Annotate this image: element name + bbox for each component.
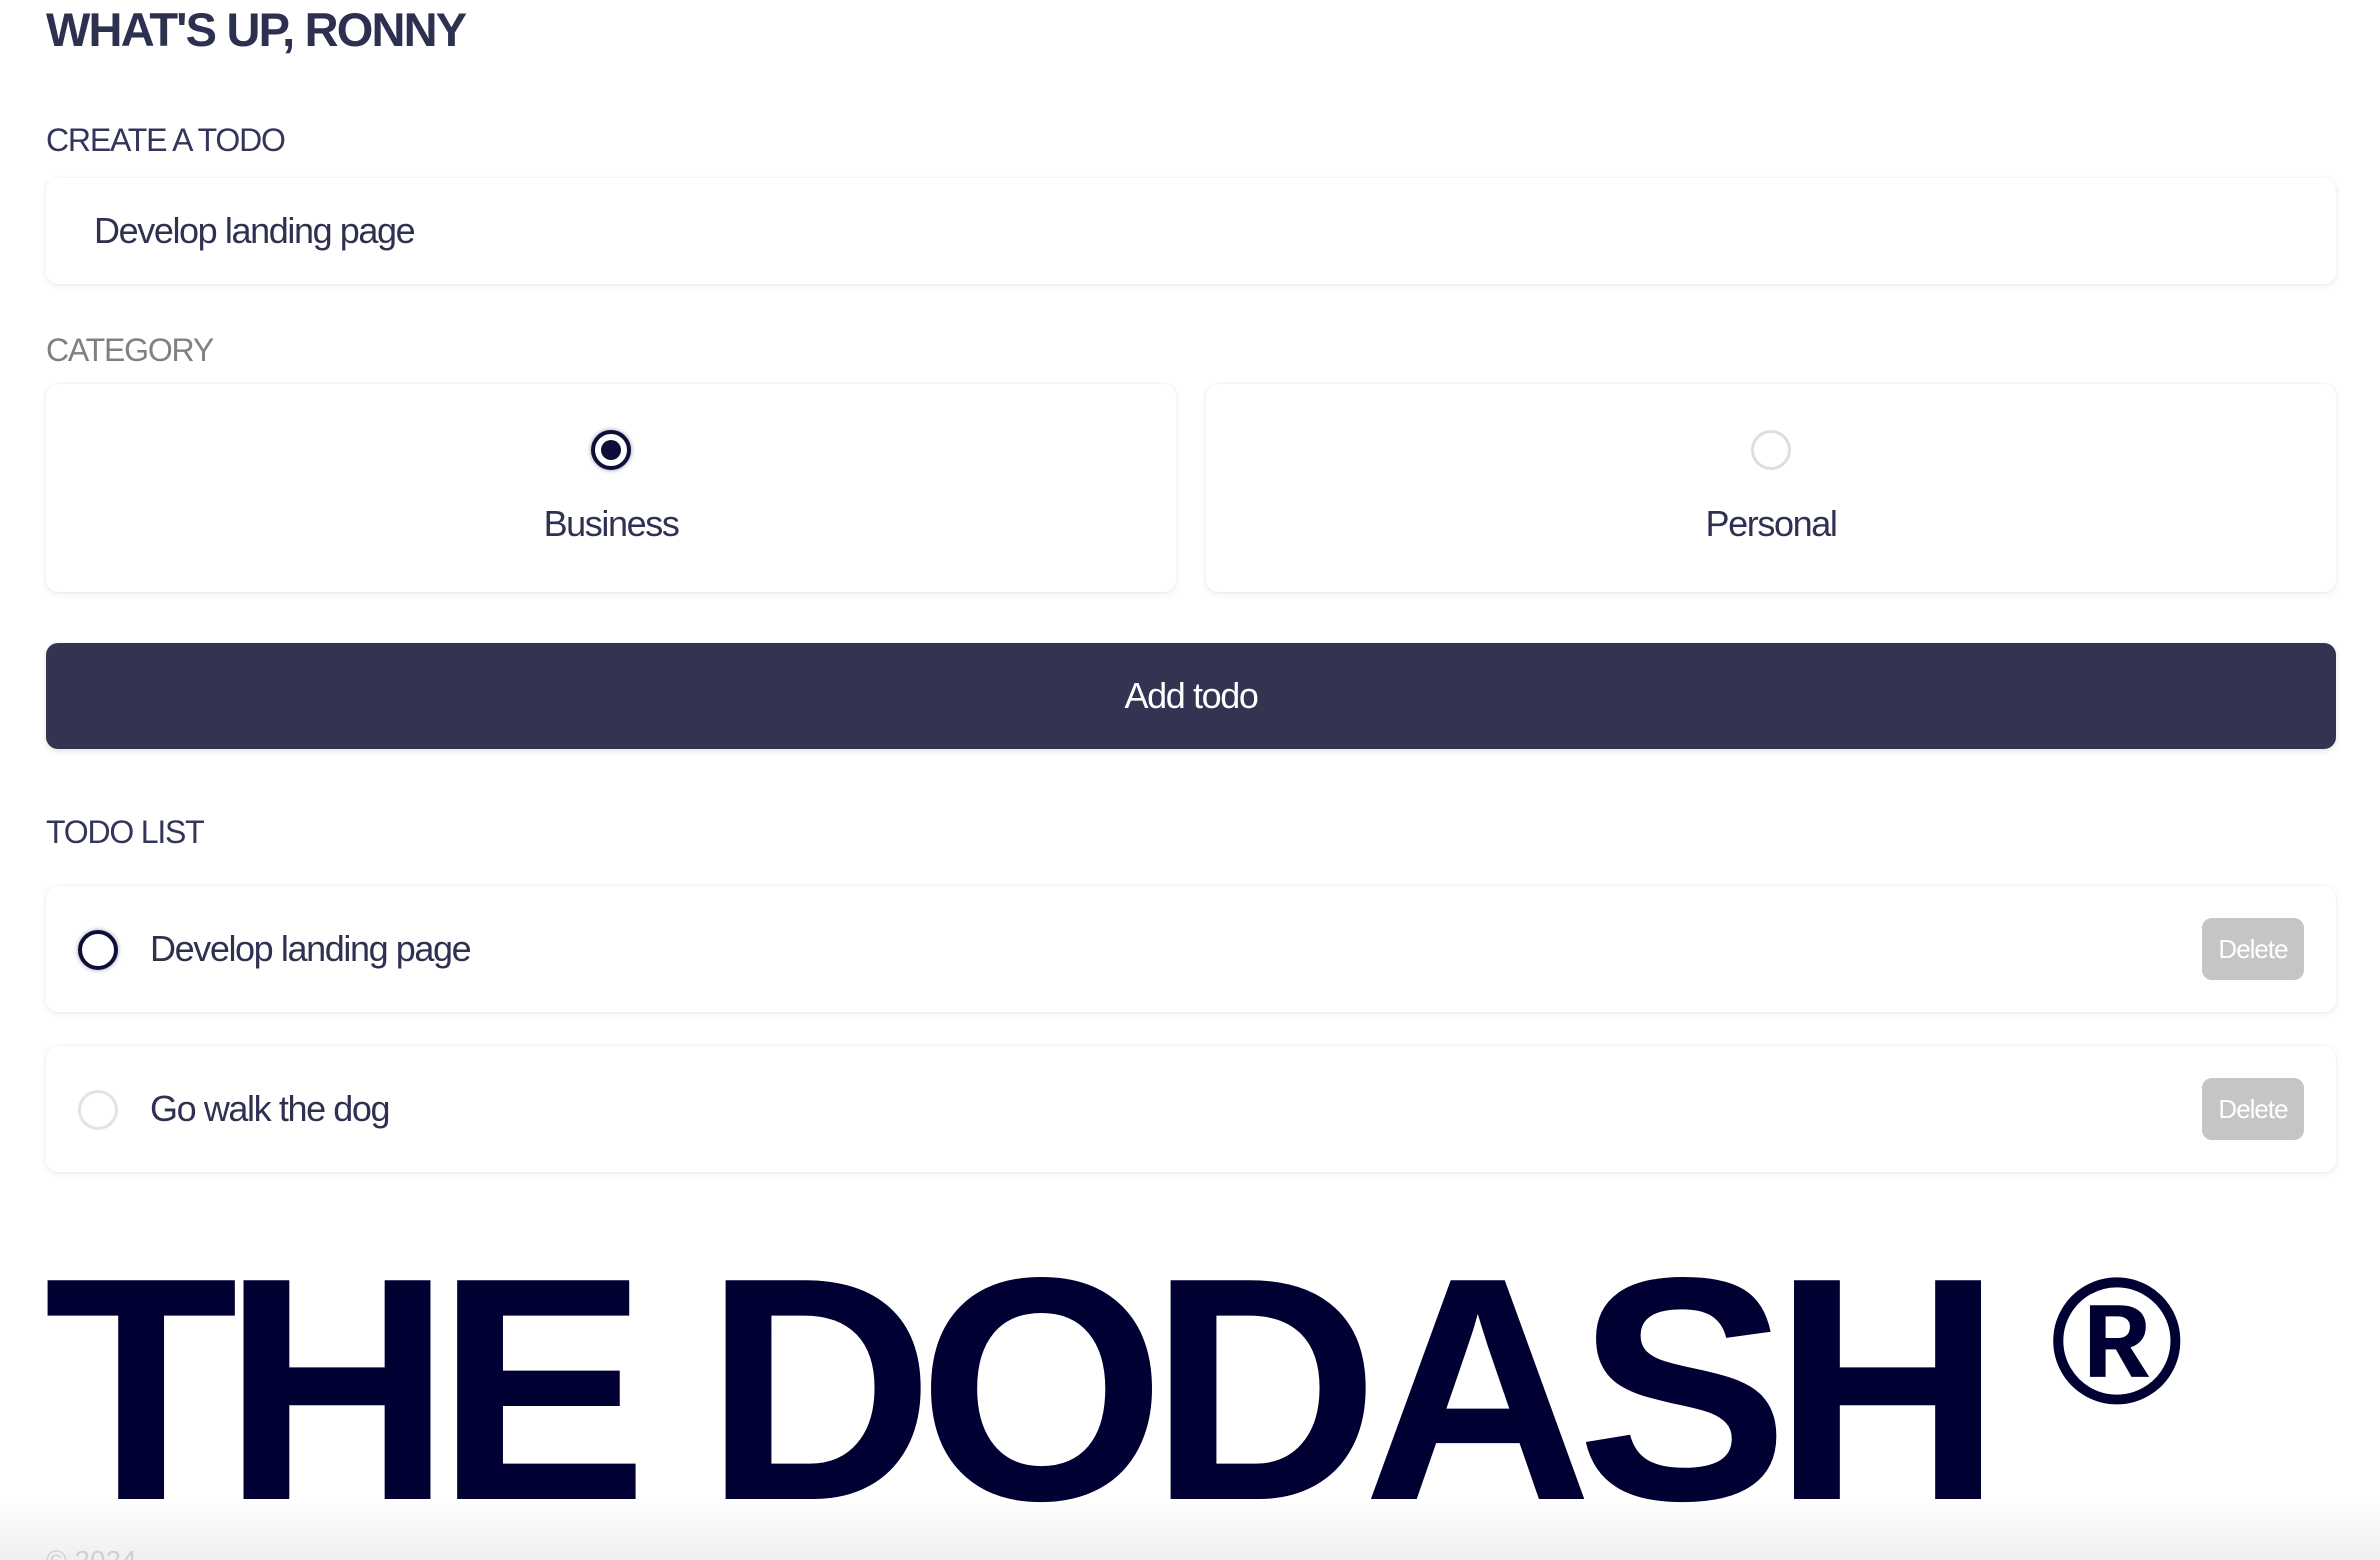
greeting-heading: WHAT'S UP, RONNY: [46, 3, 467, 56]
todo-text: Go walk the dog: [150, 1088, 391, 1129]
add-todo-button[interactable]: Add todo: [46, 643, 2336, 749]
todo-list-label: TODO LIST: [46, 814, 205, 850]
create-todo-label: CREATE A TODO: [46, 122, 286, 158]
footer-copyright: © 2024: [46, 1546, 137, 1560]
brand-logo: THE DODASH ®: [44, 1192, 2184, 1549]
todo-app-page: WHAT'S UP, RONNY CREATE A TODO CATEGORY …: [0, 0, 2380, 1560]
category-option-label: Business: [543, 503, 680, 544]
category-option-business[interactable]: Business: [46, 384, 1176, 592]
todo-checkbox[interactable]: [78, 1090, 118, 1130]
category-label: CATEGORY: [46, 332, 214, 368]
delete-button[interactable]: Delete: [2202, 918, 2304, 980]
category-option-label: Personal: [1705, 503, 1838, 544]
registered-mark-icon: ®: [2050, 1241, 2184, 1442]
business-radio[interactable]: [591, 430, 631, 470]
delete-button[interactable]: Delete: [2202, 1078, 2304, 1140]
category-option-personal[interactable]: Personal: [1206, 384, 2336, 592]
personal-radio[interactable]: [1751, 430, 1791, 470]
todo-text: Develop landing page: [150, 928, 472, 969]
footer-area: [0, 1500, 2380, 1560]
todo-item: Develop landing page Delete: [46, 886, 2336, 1012]
todo-item: Go walk the dog Delete: [46, 1046, 2336, 1172]
todo-checkbox[interactable]: [78, 930, 118, 970]
todo-input[interactable]: [46, 178, 2336, 284]
